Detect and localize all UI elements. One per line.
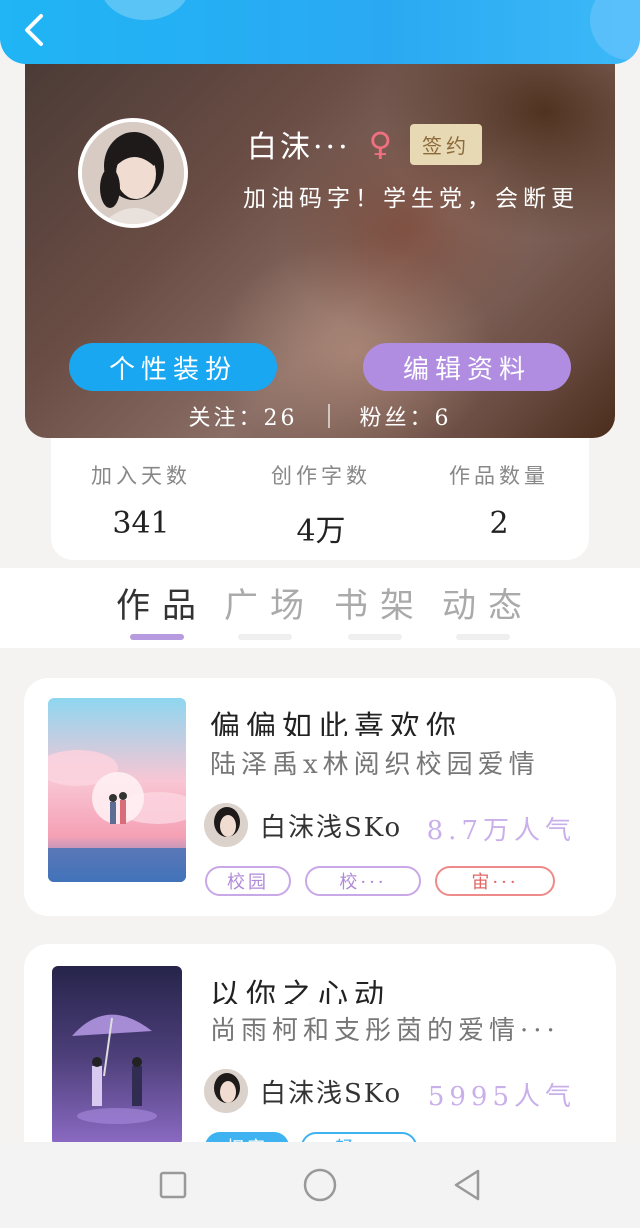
tab-indicator <box>238 634 292 640</box>
stat-value: 4万 <box>296 514 346 549</box>
triangle-back-icon <box>454 1169 479 1201</box>
name-row: 白沫··· ♀ 签约 <box>247 123 483 165</box>
stat-value: 2 <box>489 506 509 541</box>
work-description: 陆泽禹x林阅织校园爱情 <box>210 750 540 780</box>
female-icon: ♀ <box>368 125 393 163</box>
author-name[interactable]: 白沫浅SKo <box>260 807 402 844</box>
stat-label: 作品数量 <box>449 464 549 488</box>
stat-value: 341 <box>112 506 170 541</box>
tab-indicator <box>348 634 402 640</box>
tab-bookshelf[interactable]: 书架 <box>334 578 426 627</box>
popularity: 5995人气 <box>427 1082 576 1112</box>
circle-icon <box>303 1168 337 1202</box>
author-row: 白沫浅SKo <box>204 1068 402 1114</box>
stat-join-days: 加入天数 341 <box>51 460 231 541</box>
tab-bar: 作品 广场 书架 动态 <box>0 568 640 648</box>
author-name[interactable]: 白沫浅SKo <box>260 1073 402 1110</box>
signed-badge: 签约 <box>410 123 483 165</box>
decor-bubble <box>100 0 190 20</box>
book-cover-image <box>52 966 182 1146</box>
tab-square[interactable]: 广场 <box>224 578 316 627</box>
recent-apps-button[interactable] <box>145 1157 201 1213</box>
back-button[interactable] <box>14 10 54 50</box>
home-button[interactable] <box>292 1157 348 1213</box>
stat-label: 加入天数 <box>91 464 191 488</box>
square-icon <box>160 1171 187 1199</box>
username: 白沫··· <box>247 130 351 165</box>
book-cover-image <box>48 698 186 882</box>
profile-hero: 白沫··· ♀ 签约 加油码字！学生党，会断更 个性装扮 编辑资料 关注：26 … <box>25 52 615 438</box>
avatar-image <box>82 122 184 224</box>
tab-works[interactable]: 作品 <box>116 578 208 627</box>
author-avatar[interactable] <box>204 1069 248 1113</box>
stat-label: 创作字数 <box>271 464 371 488</box>
tag[interactable]: 校园 <box>205 866 291 896</box>
book-cover[interactable] <box>52 966 182 1146</box>
tag[interactable]: 宙··· <box>435 866 555 896</box>
avatar-image <box>204 803 248 847</box>
stats-card: 加入天数 341 创作字数 4万 作品数量 2 <box>51 430 589 560</box>
stat-works-count: 作品数量 2 <box>409 460 589 541</box>
tab-indicator <box>456 634 510 640</box>
work-card[interactable]: 偏偏如此喜欢你 陆泽禹x林阅织校园爱情 白沫浅SKo 8.7万人气 校园 校··… <box>24 678 616 916</box>
book-cover[interactable] <box>48 698 186 882</box>
popularity: 8.7万人气 <box>426 816 576 846</box>
avatar[interactable] <box>78 118 188 228</box>
tag[interactable]: 校··· <box>305 866 421 896</box>
edit-profile-button[interactable]: 编辑资料 <box>363 343 571 391</box>
follow-row: 关注：26 粉丝：6 <box>25 398 615 434</box>
work-title[interactable]: 偏偏如此喜欢你 <box>210 702 462 736</box>
decor-bubble <box>590 0 640 60</box>
dress-up-button[interactable]: 个性装扮 <box>69 343 277 391</box>
system-nav-bar <box>0 1142 640 1228</box>
tab-activity[interactable]: 动态 <box>442 578 534 627</box>
avatar-image <box>204 1069 248 1113</box>
following-count[interactable]: 关注：26 <box>189 400 298 432</box>
author-avatar[interactable] <box>204 803 248 847</box>
work-title[interactable]: 以你之心动 <box>210 970 390 1004</box>
divider <box>327 404 330 428</box>
back-nav-button[interactable] <box>439 1157 495 1213</box>
tab-indicator-active <box>130 634 184 640</box>
chevron-left-icon <box>25 14 43 46</box>
top-bar <box>0 0 640 64</box>
work-description: 尚雨柯和支彤茵的爱情··· <box>210 1016 560 1046</box>
bio-text: 加油码字！学生党，会断更 <box>243 186 579 212</box>
followers-count[interactable]: 粉丝：6 <box>360 400 452 432</box>
stat-word-count: 创作字数 4万 <box>231 460 411 550</box>
author-row: 白沫浅SKo <box>204 802 402 848</box>
